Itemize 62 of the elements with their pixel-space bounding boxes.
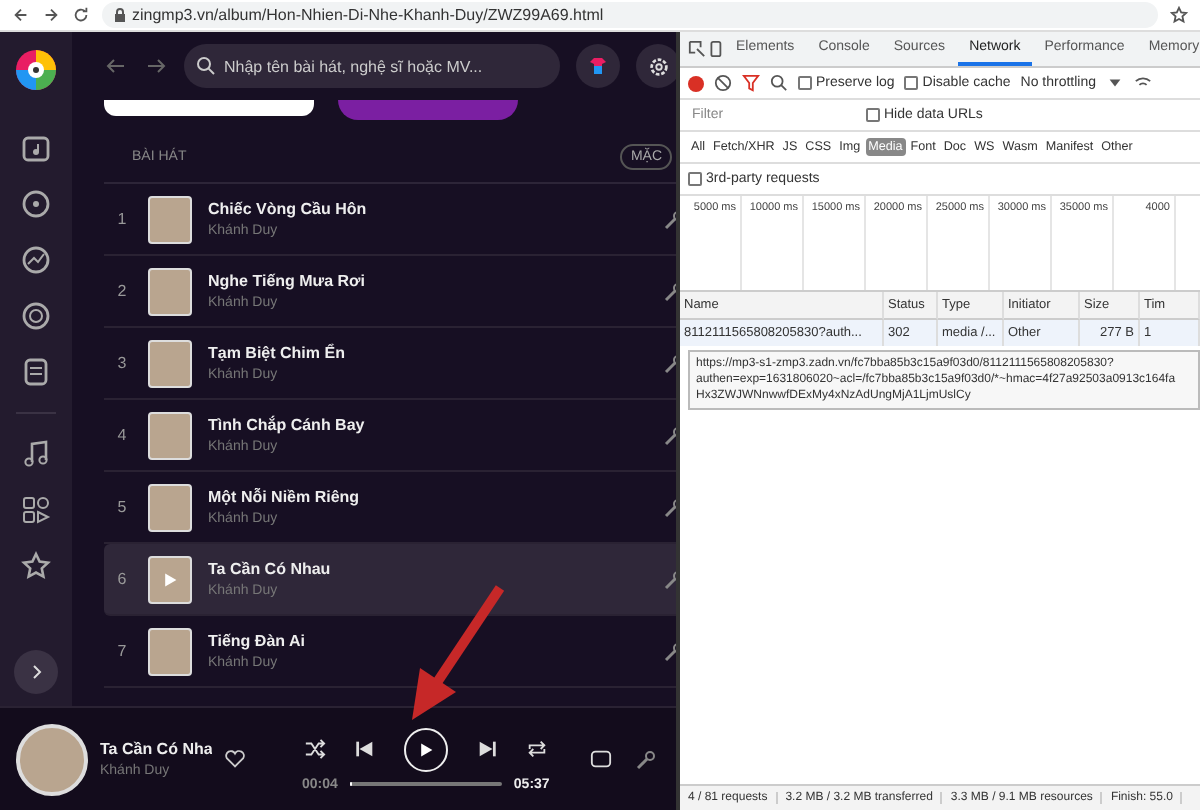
next-icon[interactable]	[475, 738, 498, 760]
album-thumbnail	[148, 267, 192, 315]
reload-icon[interactable]	[72, 6, 90, 24]
play-icon	[417, 741, 434, 757]
track-number: 6	[115, 570, 129, 588]
repeat-icon[interactable]	[525, 738, 548, 760]
music-note-icon[interactable]	[20, 438, 52, 470]
song-title: Chiếc Vòng Cầu Hôn	[208, 200, 369, 218]
shirt-icon	[588, 56, 608, 76]
record-button[interactable]	[688, 75, 704, 91]
heart-icon[interactable]	[224, 748, 246, 770]
settings-button[interactable]	[636, 44, 676, 88]
song-title: Một Nỗi Niềm Riêng	[208, 488, 362, 506]
track-number: 1	[115, 210, 129, 228]
song-title: Ta Cần Có Nhau	[208, 560, 333, 578]
chevron-icon	[28, 664, 44, 680]
album-thumbnail	[148, 483, 192, 531]
track-number: 7	[115, 642, 129, 660]
album-cover	[16, 723, 88, 795]
microphone-icon[interactable]	[636, 749, 656, 769]
inspect-icon[interactable]	[688, 40, 706, 58]
lock-icon	[114, 8, 126, 22]
track-number: 3	[115, 354, 129, 372]
news-icon[interactable]	[20, 356, 52, 388]
clear-icon[interactable]	[714, 74, 732, 92]
song-title: Ta Cần Có Nha	[100, 740, 212, 758]
forward-arrow-icon[interactable]	[144, 54, 168, 78]
forward-icon[interactable]	[42, 6, 60, 24]
dropdown-icon[interactable]	[1106, 74, 1125, 92]
star-icon[interactable]	[1170, 6, 1188, 24]
categories-icon[interactable]	[20, 494, 52, 526]
track-number: 2	[115, 282, 129, 300]
theme-button[interactable]	[576, 44, 620, 88]
logo-icon[interactable]	[14, 48, 58, 92]
album-thumbnail	[148, 339, 192, 387]
search-icon[interactable]	[770, 74, 788, 92]
track-number: 5	[115, 498, 129, 516]
chart-icon[interactable]	[20, 244, 52, 276]
search-icon	[196, 56, 216, 76]
search-field[interactable]: Nhập tên bài hát, nghệ sĩ hoặc MV...	[184, 44, 560, 88]
album-thumbnail	[148, 195, 192, 243]
disc-icon[interactable]	[20, 188, 52, 220]
back-icon[interactable]	[12, 6, 30, 24]
shuffle-icon[interactable]	[303, 738, 326, 760]
address-bar[interactable]: zingmp3.vn/album/Hon-Nhien-Di-Nhe-Khanh-Duy/ZWZ99A69.html	[102, 2, 1158, 28]
back-arrow-icon[interactable]	[104, 54, 128, 78]
music-library-icon[interactable]	[20, 132, 52, 164]
song-title: Tiếng Đàn Ai	[208, 632, 307, 650]
radio-icon[interactable]	[20, 300, 52, 332]
song-title: Tình Chắp Cánh Bay	[208, 416, 367, 434]
track-number: 4	[115, 426, 129, 444]
play-button[interactable]	[403, 727, 448, 771]
album-thumbnail	[148, 411, 192, 459]
album-thumbnail	[148, 627, 192, 675]
filter-icon[interactable]	[742, 74, 760, 92]
device-icon[interactable]	[706, 40, 724, 58]
song-title: Tạm Biệt Chim Ển	[208, 344, 347, 362]
song-title: Nghe Tiếng Mưa Rơi	[208, 272, 367, 290]
play-icon	[162, 571, 178, 587]
settings-icon	[647, 55, 669, 77]
star-icon[interactable]	[20, 550, 52, 582]
previous-icon[interactable]	[353, 738, 376, 760]
